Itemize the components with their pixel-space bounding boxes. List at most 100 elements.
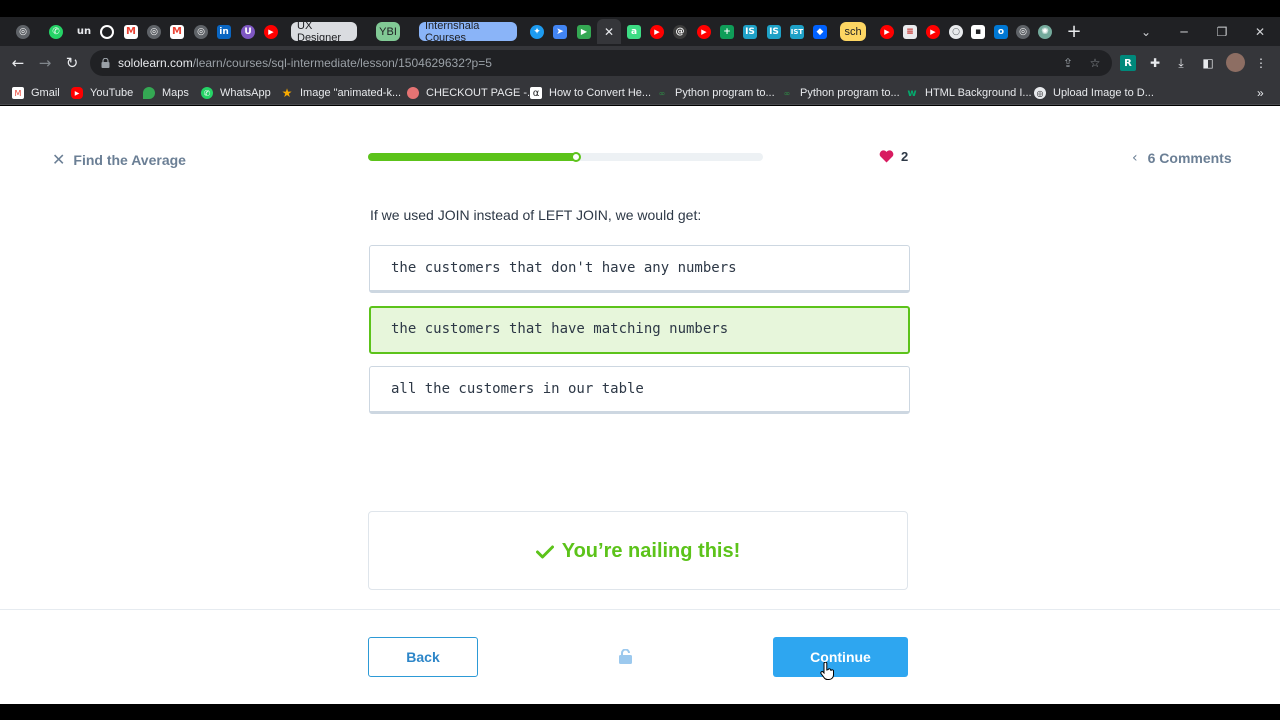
browser-window: ◎ ✆ un M ◎ M ◎ in U ▶ UX Designer YBI In… bbox=[0, 0, 1280, 720]
unlock-icon[interactable] bbox=[618, 649, 633, 664]
url-host: sololearn.com bbox=[118, 56, 193, 70]
bookmark-youtube[interactable]: ▶ YouTube bbox=[71, 85, 133, 101]
bookmark-checkout[interactable]: CHECKOUT PAGE -... bbox=[407, 85, 536, 101]
download-icon[interactable]: ⤓ bbox=[1173, 55, 1189, 71]
tab-github[interactable] bbox=[98, 21, 116, 42]
bookmark-whatsapp[interactable]: ✆ WhatsApp bbox=[201, 85, 271, 101]
globe-icon: ◎ bbox=[1034, 87, 1046, 99]
menu-kebab-icon[interactable]: ⋮ bbox=[1253, 55, 1269, 71]
tab-chatgpt[interactable]: ✺ bbox=[1036, 21, 1054, 42]
tab-youtube-3[interactable]: ▶ bbox=[695, 21, 713, 42]
bookmark-python-1[interactable]: ∞ Python program to... bbox=[656, 85, 775, 101]
extensions-puzzle-icon[interactable]: ✚ bbox=[1147, 55, 1163, 71]
bookmark-gmail[interactable]: M Gmail bbox=[12, 85, 60, 101]
tab-ist[interactable]: IST bbox=[788, 21, 806, 42]
tab-youtube-4[interactable]: ▶ bbox=[878, 21, 896, 42]
tab-gmail-2[interactable]: M bbox=[168, 21, 186, 42]
new-tab-button[interactable]: + bbox=[1065, 21, 1083, 42]
address-bar[interactable]: sololearn.com/learn/courses/sql-intermed… bbox=[90, 50, 1112, 76]
tab-proton[interactable]: U bbox=[239, 21, 257, 42]
bookmarks-overflow-icon[interactable]: » bbox=[1257, 85, 1264, 101]
lives-count: 2 bbox=[901, 149, 909, 164]
tab-is-1[interactable]: IS bbox=[741, 21, 759, 42]
bookmark-label: Python program to... bbox=[800, 87, 900, 99]
tab-youtube-2[interactable]: ▶ bbox=[648, 21, 666, 42]
extension-r-icon[interactable]: R bbox=[1120, 55, 1136, 71]
bookmark-html-bg[interactable]: w HTML Background I... bbox=[906, 85, 1031, 101]
tab-globe-3[interactable]: ◎ bbox=[192, 21, 210, 42]
back-arrow-icon[interactable]: ← bbox=[8, 53, 28, 73]
tab-globe-2[interactable]: ◎ bbox=[145, 21, 163, 42]
tab-unacademy[interactable]: un bbox=[74, 21, 94, 42]
tab-outlook[interactable]: o bbox=[992, 21, 1010, 42]
tab-whatsapp[interactable]: ✆ bbox=[47, 21, 65, 42]
tab-group-ybi[interactable]: YBI bbox=[376, 22, 400, 41]
star-icon: ★ bbox=[281, 86, 293, 100]
gfg-icon: ∞ bbox=[658, 88, 666, 98]
tab-gmail[interactable]: M bbox=[122, 21, 140, 42]
gmail-icon: M bbox=[170, 24, 184, 39]
tab-play[interactable]: ▶ bbox=[575, 21, 593, 42]
tab-youtube[interactable]: ▶ bbox=[262, 21, 280, 42]
lock-icon bbox=[101, 58, 110, 68]
answer-option-1[interactable]: the customers that don't have any number… bbox=[369, 245, 910, 293]
youtube-icon: ▶ bbox=[880, 24, 894, 39]
tab-group-sch[interactable]: sch bbox=[840, 22, 866, 41]
globe-icon: ◎ bbox=[194, 24, 208, 39]
tab-globe-4[interactable]: ◎ bbox=[1014, 21, 1032, 42]
bookmark-image[interactable]: ★ Image "animated-k... bbox=[281, 85, 402, 101]
tab-threads[interactable]: @ bbox=[671, 21, 689, 42]
profile-avatar[interactable] bbox=[1226, 53, 1245, 72]
tab-circle[interactable]: ○ bbox=[947, 21, 965, 42]
tab-dropbox[interactable]: ◆ bbox=[811, 21, 829, 42]
lips-icon bbox=[407, 87, 419, 99]
tab-group-ux-designer[interactable]: UX Designer bbox=[291, 20, 357, 44]
bookmark-python-2[interactable]: ∞ Python program to... bbox=[781, 85, 900, 101]
tab-active[interactable]: ✕ bbox=[597, 19, 621, 44]
tab-linkedin[interactable]: in bbox=[215, 21, 233, 42]
tab-search-icon[interactable]: ⌄ bbox=[1137, 23, 1155, 41]
feedback-text: You’re nailing this! bbox=[561, 540, 741, 562]
globe-icon: ◎ bbox=[147, 24, 161, 39]
tab-sheets[interactable]: + bbox=[718, 21, 736, 42]
reload-icon[interactable]: ↻ bbox=[62, 53, 82, 73]
check-icon bbox=[535, 545, 554, 558]
answer-option-2[interactable]: the customers that have matching numbers bbox=[369, 306, 910, 354]
answer-option-text: the customers that don't have any number… bbox=[391, 260, 737, 276]
tab-globe[interactable]: ◎ bbox=[14, 21, 32, 42]
side-panel-icon[interactable]: ◧ bbox=[1200, 55, 1216, 71]
close-lesson-button[interactable]: ✕ Find the Average bbox=[52, 150, 186, 169]
youtube-icon: ▶ bbox=[926, 24, 940, 39]
bookmark-label: Image "animated-k... bbox=[300, 87, 402, 99]
url-path: /learn/courses/sql-intermediate/lesson/1… bbox=[192, 56, 492, 70]
tab-is-2[interactable]: IS bbox=[765, 21, 783, 42]
tab-youtube-5[interactable]: ▶ bbox=[924, 21, 942, 42]
bookmark-label: How to Convert He... bbox=[549, 87, 652, 99]
bookmark-upload[interactable]: ◎ Upload Image to D... bbox=[1034, 85, 1154, 101]
back-button[interactable]: Back bbox=[368, 637, 478, 677]
minimize-icon[interactable]: ─ bbox=[1175, 23, 1193, 41]
tab-group-internshala[interactable]: Internshala Courses bbox=[419, 20, 517, 44]
bookmark-maps[interactable]: Maps bbox=[143, 85, 189, 101]
maps-icon bbox=[143, 87, 155, 99]
youtube-icon: ▶ bbox=[650, 24, 664, 39]
share-icon[interactable]: ⇪ bbox=[1060, 55, 1076, 71]
gmail-icon: M bbox=[124, 24, 138, 39]
tab-white[interactable]: ▪ bbox=[969, 21, 987, 42]
bookmarks-bar: M Gmail ▶ YouTube Maps ✆ WhatsApp ★ Image "a… bbox=[0, 80, 1280, 105]
close-tab-icon[interactable]: ✕ bbox=[604, 25, 614, 39]
restore-icon[interactable]: ❐ bbox=[1213, 23, 1231, 41]
unacademy-icon: un bbox=[75, 24, 93, 39]
tab-doc[interactable]: ≡ bbox=[901, 21, 919, 42]
bookmark-star-icon[interactable]: ☆ bbox=[1087, 55, 1103, 71]
tab-twitter[interactable]: ✦ bbox=[528, 21, 546, 42]
forward-arrow-icon[interactable]: → bbox=[35, 53, 55, 73]
tab-send[interactable]: ➤ bbox=[551, 21, 569, 42]
comments-button[interactable]: ‹ 6 Comments bbox=[1132, 150, 1232, 166]
bookmark-convert[interactable]: α How to Convert He... bbox=[530, 85, 651, 101]
close-window-icon[interactable]: ✕ bbox=[1251, 23, 1269, 41]
github-icon bbox=[100, 24, 114, 39]
tab-android[interactable]: a bbox=[625, 21, 643, 42]
continue-button[interactable]: Continue bbox=[773, 637, 908, 677]
answer-option-3[interactable]: all the customers in our table bbox=[369, 366, 910, 414]
